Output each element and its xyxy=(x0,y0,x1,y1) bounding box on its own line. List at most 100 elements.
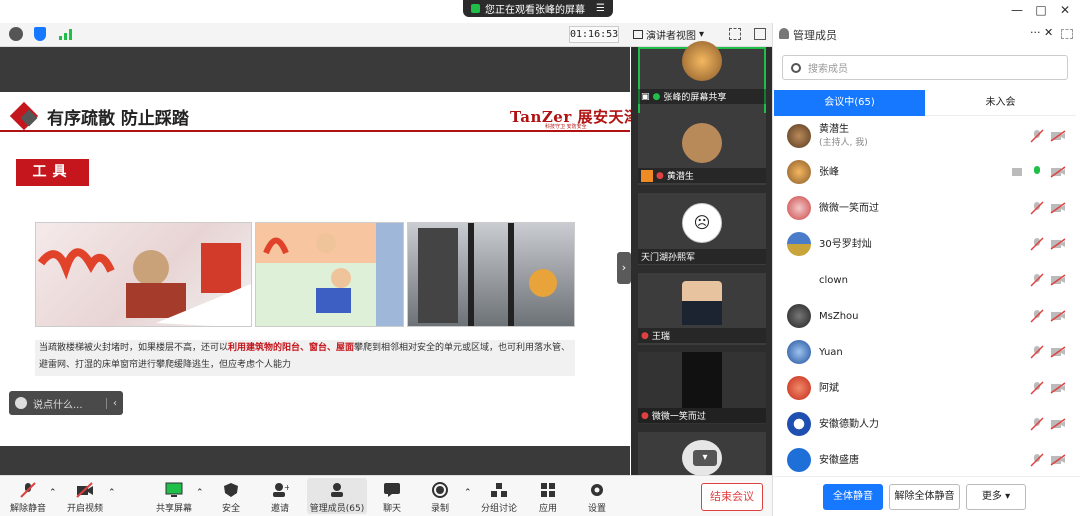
video-tile-screen-share[interactable] xyxy=(638,41,766,119)
record-button[interactable]: 录制 xyxy=(414,478,466,514)
avatar xyxy=(787,448,811,472)
popout-icon[interactable] xyxy=(1061,29,1073,39)
camera-off-icon[interactable] xyxy=(1050,238,1066,250)
maximize-button[interactable]: □ xyxy=(1030,2,1052,18)
invite-label: 邀请 xyxy=(270,504,289,514)
unmute-all-button[interactable]: 解除全体静音 xyxy=(889,484,960,510)
member-row[interactable]: 张峰 xyxy=(774,154,1074,190)
member-row[interactable]: MsZhou xyxy=(774,298,1074,334)
shield-icon[interactable] xyxy=(34,27,46,41)
fullscreen-icon[interactable] xyxy=(729,28,741,40)
chevron-left-icon[interactable]: ‹ xyxy=(106,397,117,409)
chevron-down-icon: ▾ xyxy=(1005,491,1011,502)
settings-button[interactable]: 设置 xyxy=(571,478,623,514)
share-icon xyxy=(471,4,481,13)
svg-text:+: + xyxy=(284,483,289,492)
mic-off-icon[interactable] xyxy=(1030,345,1044,359)
chevron-up-icon[interactable]: ⌃ xyxy=(108,488,116,498)
close-panel-icon[interactable]: ✕ xyxy=(1044,26,1053,39)
search-placeholder: 搜索成员 xyxy=(808,64,848,75)
chevron-up-icon[interactable]: ⌃ xyxy=(196,488,204,498)
emoji-icon[interactable] xyxy=(15,397,27,409)
screen-share-icon: ▣ xyxy=(641,91,650,102)
member-row[interactable]: 30号罗封灿 xyxy=(774,226,1074,262)
mic-off-icon[interactable] xyxy=(1030,201,1044,215)
grid-icon xyxy=(633,30,643,39)
close-window-button[interactable]: ✕ xyxy=(1054,2,1076,18)
record-icon xyxy=(432,482,448,498)
camera-off-icon[interactable] xyxy=(1050,166,1066,178)
tab-not-joined[interactable]: 未入会 xyxy=(925,90,1076,116)
member-row[interactable]: 阿斌 xyxy=(774,370,1074,406)
mute-all-button[interactable]: 全体静音 xyxy=(823,484,883,510)
member-row[interactable]: 黄潜生 (主持人, 我) xyxy=(774,118,1074,154)
member-role: (主持人, 我) xyxy=(819,137,868,148)
person-icon xyxy=(779,28,789,39)
mic-off-icon[interactable] xyxy=(1030,129,1044,143)
breakout-button[interactable]: 分组讨论 xyxy=(473,478,525,514)
camera-off-icon[interactable] xyxy=(1050,454,1066,466)
panel-title: 管理成员 xyxy=(793,29,837,42)
member-search-input[interactable]: 搜索成员 xyxy=(782,55,1068,80)
member-name: MsZhou xyxy=(819,310,859,322)
chevron-up-icon[interactable]: ⌃ xyxy=(49,488,57,498)
signal-icon[interactable] xyxy=(59,29,73,40)
camera-off-icon xyxy=(76,482,93,498)
minimize-button[interactable]: — xyxy=(1006,2,1028,18)
chevron-down-icon[interactable]: ▾ xyxy=(693,450,717,466)
mic-off-icon[interactable] xyxy=(1030,381,1044,395)
avatar xyxy=(787,232,811,256)
video-name: 微微一笑而过 xyxy=(651,412,706,422)
meeting-timer: 01:16:53 xyxy=(569,26,619,43)
mic-off-icon[interactable] xyxy=(1030,237,1044,251)
end-meeting-button[interactable]: 结束会议 xyxy=(701,483,763,511)
member-row[interactable]: 安徽德勤人力 xyxy=(774,406,1074,442)
chevron-up-icon[interactable]: ⌃ xyxy=(464,488,472,498)
mic-off-icon[interactable] xyxy=(1030,417,1044,431)
video-name: 天门湖孙熙军 xyxy=(641,253,696,263)
mic-on-icon[interactable] xyxy=(1030,165,1044,179)
apps-button[interactable]: 应用 xyxy=(522,478,574,514)
member-name: 30号罗封灿 xyxy=(819,238,872,250)
more-options-icon[interactable]: ··· xyxy=(1030,26,1041,39)
quick-chat-input[interactable]: 说点什么... ‹ xyxy=(9,391,123,415)
camera-off-icon[interactable] xyxy=(1050,310,1066,322)
security-button[interactable]: 安全 xyxy=(205,478,257,514)
invite-button[interactable]: + 邀请 xyxy=(254,478,306,514)
collapse-video-button[interactable]: › xyxy=(617,252,631,284)
avatar xyxy=(787,160,811,184)
screen-share-notice[interactable]: 您正在观看张峰的屏幕 ☰ xyxy=(463,0,613,17)
member-name: 安徽盛唐 xyxy=(819,454,859,466)
member-name: Yuan xyxy=(819,346,843,358)
member-row[interactable]: 安徽盛唐 xyxy=(774,442,1074,478)
camera-off-icon[interactable] xyxy=(1050,418,1066,430)
chat-button[interactable]: 聊天 xyxy=(366,478,418,514)
member-row[interactable]: clown xyxy=(774,262,1074,298)
start-video-button[interactable]: 开启视频 xyxy=(59,478,111,514)
share-screen-button[interactable]: 共享屏幕 xyxy=(148,478,200,514)
camera-off-icon[interactable] xyxy=(1050,130,1066,142)
info-icon[interactable] xyxy=(9,27,23,41)
mic-off-icon[interactable] xyxy=(1030,453,1044,467)
camera-off-icon[interactable] xyxy=(1050,202,1066,214)
avatar xyxy=(787,412,811,436)
camera-off-icon[interactable] xyxy=(1050,274,1066,286)
tab-in-meeting[interactable]: 会议中(65) xyxy=(774,90,925,116)
avatar xyxy=(787,268,811,292)
video-name-bar: ● 黄潜生 xyxy=(638,168,766,183)
mic-off-icon[interactable] xyxy=(1030,309,1044,323)
member-name: 微微一笑而过 xyxy=(819,202,879,214)
member-row[interactable]: Yuan xyxy=(774,334,1074,370)
manage-members-button[interactable]: 管理成员(65) xyxy=(307,478,367,514)
video-name: 王瑞 xyxy=(651,332,670,342)
member-row[interactable]: 微微一笑而过 xyxy=(774,190,1074,226)
window-escape-illustration xyxy=(255,222,404,327)
share-screen-label: 共享屏幕 xyxy=(155,504,192,514)
mic-off-icon[interactable] xyxy=(1030,273,1044,287)
unmute-button[interactable]: 解除静音 xyxy=(2,478,54,514)
camera-off-icon[interactable] xyxy=(1050,346,1066,358)
apps-icon xyxy=(541,483,555,497)
camera-off-icon[interactable] xyxy=(1050,382,1066,394)
more-button[interactable]: 更多 ▾ xyxy=(966,484,1026,510)
sidebar-toggle-icon[interactable] xyxy=(754,28,766,40)
